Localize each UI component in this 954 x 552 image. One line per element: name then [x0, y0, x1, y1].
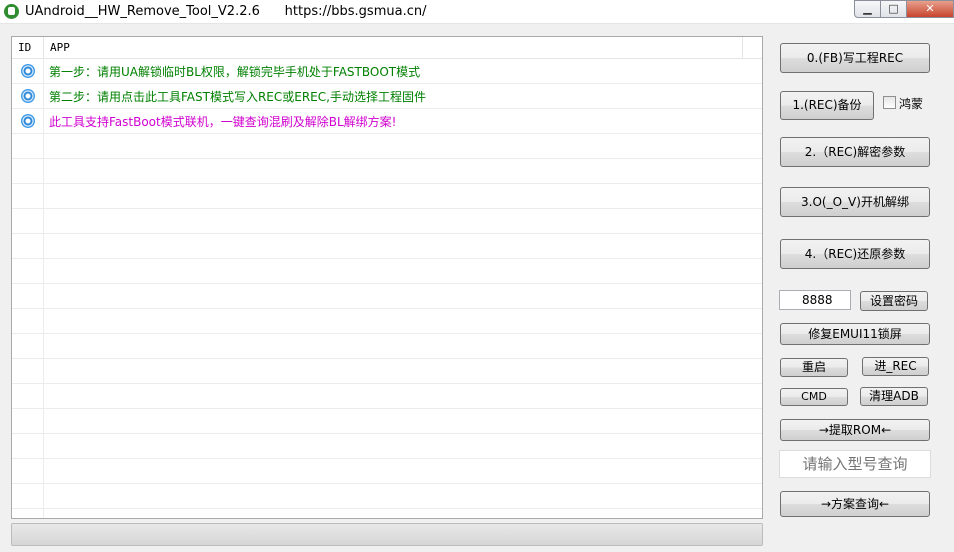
progress-bar — [11, 523, 763, 546]
row-message: 第一步：请用UA解锁临时BL权限，解锁完毕手机处于FASTBOOT模式 — [49, 65, 421, 79]
reboot-button[interactable]: 重启 — [780, 358, 848, 377]
minimize-icon[interactable]: ▁ — [854, 0, 881, 18]
column-header-id[interactable]: ID — [12, 37, 44, 58]
info-circle-icon — [21, 114, 35, 128]
title-bar: UAndroid__HW_Remove_Tool_V2.2.6 https://… — [0, 0, 954, 24]
clean-adb-button[interactable]: 清理ADB — [860, 387, 928, 406]
empty-row — [12, 209, 762, 234]
app-logo-icon — [4, 4, 19, 19]
empty-row — [12, 284, 762, 309]
empty-row — [12, 309, 762, 334]
o-v-unlock-button[interactable]: 3.O(_O_V)开机解绑 — [780, 187, 930, 217]
rec-backup-button[interactable]: 1.(REC)备份 — [780, 91, 874, 120]
table-row[interactable]: 第一步：请用UA解锁临时BL权限，解锁完毕手机处于FASTBOOT模式 — [12, 59, 762, 84]
extract-rom-button[interactable]: →提取ROM← — [780, 419, 930, 441]
empty-row — [12, 434, 762, 459]
empty-row — [12, 259, 762, 284]
empty-row — [12, 384, 762, 409]
rec-restore-button[interactable]: 4.（REC)还原参数 — [780, 239, 930, 269]
model-search-input[interactable] — [779, 450, 931, 478]
row-message: 第二步：请用点击此工具FAST模式写入REC或EREC,手动选择工程固件 — [49, 90, 426, 104]
harmony-checkbox[interactable] — [883, 96, 896, 109]
column-header-app[interactable]: APP — [44, 37, 743, 58]
enter-rec-button[interactable]: 进_REC — [862, 357, 929, 376]
list-header: ID APP — [12, 37, 762, 59]
cmd-button[interactable]: CMD — [780, 388, 848, 406]
row-message: 此工具支持FastBoot模式联机，一键查询混刷及解除BL解绑方案! — [49, 115, 397, 129]
window-title: UAndroid__HW_Remove_Tool_V2.2.6 https://… — [25, 4, 427, 19]
set-password-button[interactable]: 设置密码 — [860, 291, 928, 311]
window-controls: ▁ □ ✕ — [854, 0, 954, 18]
list-body: 第一步：请用UA解锁临时BL权限，解锁完毕手机处于FASTBOOT模式 第二步：请… — [12, 59, 762, 518]
empty-row — [12, 459, 762, 484]
harmony-checkbox-label: 鸿蒙 — [899, 97, 924, 111]
info-circle-icon — [21, 64, 35, 78]
table-row[interactable]: 第二步：请用点击此工具FAST模式写入REC或EREC,手动选择工程固件 — [12, 84, 762, 109]
password-input[interactable]: 8888 — [779, 290, 851, 310]
empty-row — [12, 509, 762, 518]
fb-write-rec-button[interactable]: 0.(FB)写工程REC — [780, 43, 930, 73]
table-row[interactable]: 此工具支持FastBoot模式联机，一键查询混刷及解除BL解绑方案! — [12, 109, 762, 134]
empty-row — [12, 184, 762, 209]
info-circle-icon — [21, 89, 35, 103]
empty-row — [12, 234, 762, 259]
empty-row — [12, 359, 762, 384]
maximize-icon[interactable]: □ — [881, 0, 907, 18]
log-list[interactable]: ID APP 第一步：请用UA解锁临时BL权限，解锁完毕手机处于FASTBOOT… — [11, 36, 763, 519]
empty-row — [12, 159, 762, 184]
empty-row — [12, 134, 762, 159]
close-icon[interactable]: ✕ — [907, 0, 954, 18]
query-solution-button[interactable]: →方案查询← — [780, 491, 930, 517]
empty-row — [12, 484, 762, 509]
empty-row — [12, 334, 762, 359]
fix-emui-lock-button[interactable]: 修复EMUI11锁屏 — [780, 323, 930, 345]
rec-decrypt-button[interactable]: 2.（REC)解密参数 — [780, 137, 930, 167]
empty-row — [12, 409, 762, 434]
